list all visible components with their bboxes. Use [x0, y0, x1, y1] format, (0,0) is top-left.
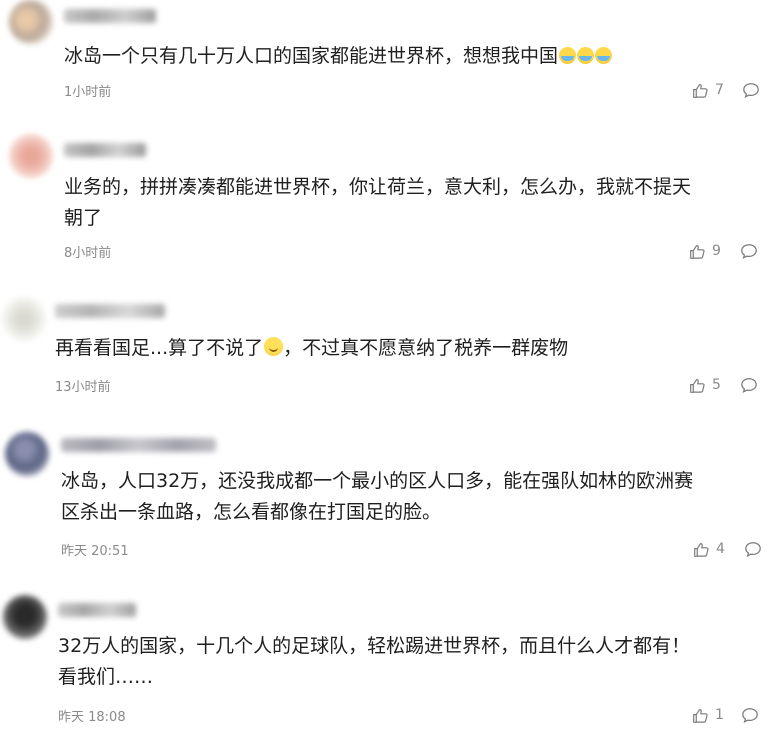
like-button[interactable]: 9 [689, 241, 721, 261]
like-button[interactable]: 1 [692, 705, 724, 725]
smiling-face-emoji-icon [264, 337, 284, 356]
laughing-crying-emoji-icon [559, 47, 577, 64]
comment-text: 冰岛，人口32万，还没我成都一个最小的区人口多，能在强队如林的欧洲赛 区杀出一条… [61, 466, 693, 528]
like-count: 1 [715, 707, 724, 723]
avatar[interactable] [2, 297, 46, 341]
comment-text-line: 朝了 [64, 207, 103, 229]
comment-time: 1小时前 [64, 85, 112, 100]
comment-bubble-icon[interactable] [741, 706, 759, 724]
comment-time: 昨天 20:51 [61, 544, 129, 559]
thumbs-up-icon [693, 541, 710, 558]
comment-text: 32万人的国家，十几个人的足球队，轻松踢进世界杯，而且什么人才都有！ 看我们…… [58, 631, 690, 693]
thumbs-up-icon [689, 243, 706, 260]
comment-text-content: 再看看国足...算了不说了 [55, 337, 264, 359]
laughing-crying-emoji-icon [577, 47, 595, 64]
avatar[interactable] [3, 595, 47, 639]
comment-text-line: 看我们…… [58, 666, 154, 688]
thumbs-up-icon [692, 82, 709, 99]
comment-text-line: 32万人的国家，十几个人的足球队，轻松踢进世界杯，而且什么人才都有！ [58, 635, 691, 657]
comment-bubble-icon[interactable] [740, 242, 758, 260]
thumbs-up-icon [692, 707, 709, 724]
comment-text-content: ，不过真不愿意纳了税养一群废物 [283, 337, 569, 359]
comment-text-line: 业务的，拼拼凑凑都能进世界杯，你让荷兰，意大利，怎么办，我就不提天 [64, 176, 692, 198]
comment-text-content: 冰岛一个只有几十万人口的国家都能进世界杯，想想我中国 [64, 45, 559, 67]
username-blurred[interactable] [55, 304, 165, 318]
comment-item: 冰岛，人口32万，还没我成都一个最小的区人口多，能在强队如林的欧洲赛 区杀出一条… [0, 410, 778, 575]
like-count: 5 [712, 377, 721, 393]
like-count: 4 [716, 541, 725, 557]
thumbs-up-icon [689, 377, 706, 394]
comment-text-line: 冰岛，人口32万，还没我成都一个最小的区人口多，能在强队如林的欧洲赛 [61, 470, 694, 492]
username-blurred[interactable] [64, 143, 146, 157]
comment-text: 冰岛一个只有几十万人口的国家都能进世界杯，想想我中国 [64, 41, 613, 72]
laughing-crying-emoji-icon [595, 47, 613, 64]
like-count: 7 [715, 82, 724, 98]
comment-item: 再看看国足...算了不说了 ，不过真不愿意纳了税养一群废物 13小时前 5 [0, 285, 778, 410]
comment-text: 再看看国足...算了不说了 ，不过真不愿意纳了税养一群废物 [55, 333, 568, 364]
comment-time: 8小时前 [64, 246, 112, 261]
like-button[interactable]: 7 [692, 80, 724, 100]
comment-time: 昨天 18:08 [58, 710, 126, 725]
comment-bubble-icon[interactable] [742, 81, 760, 99]
comment-text: 业务的，拼拼凑凑都能进世界杯，你让荷兰，意大利，怎么办，我就不提天 朝了 [64, 172, 691, 234]
comment-time: 13小时前 [55, 380, 111, 395]
username-blurred[interactable] [61, 438, 216, 452]
comment-bubble-icon[interactable] [740, 376, 758, 394]
comment-item: 冰岛一个只有几十万人口的国家都能进世界杯，想想我中国 1小时前 7 [0, 0, 778, 125]
comment-item: 业务的，拼拼凑凑都能进世界杯，你让荷兰，意大利，怎么办，我就不提天 朝了 8小时… [0, 125, 778, 285]
username-blurred[interactable] [58, 603, 136, 617]
avatar[interactable] [9, 134, 53, 178]
avatar[interactable] [9, 0, 53, 44]
avatar[interactable] [5, 432, 49, 476]
username-blurred[interactable] [64, 9, 156, 23]
like-button[interactable]: 5 [689, 375, 721, 395]
like-button[interactable]: 4 [693, 539, 725, 559]
comment-item: 32万人的国家，十几个人的足球队，轻松踢进世界杯，而且什么人才都有！ 看我们……… [0, 575, 778, 733]
comment-text-line: 区杀出一条血路，怎么看都像在打国足的脸。 [61, 501, 442, 523]
comment-bubble-icon[interactable] [744, 540, 762, 558]
like-count: 9 [712, 243, 721, 259]
